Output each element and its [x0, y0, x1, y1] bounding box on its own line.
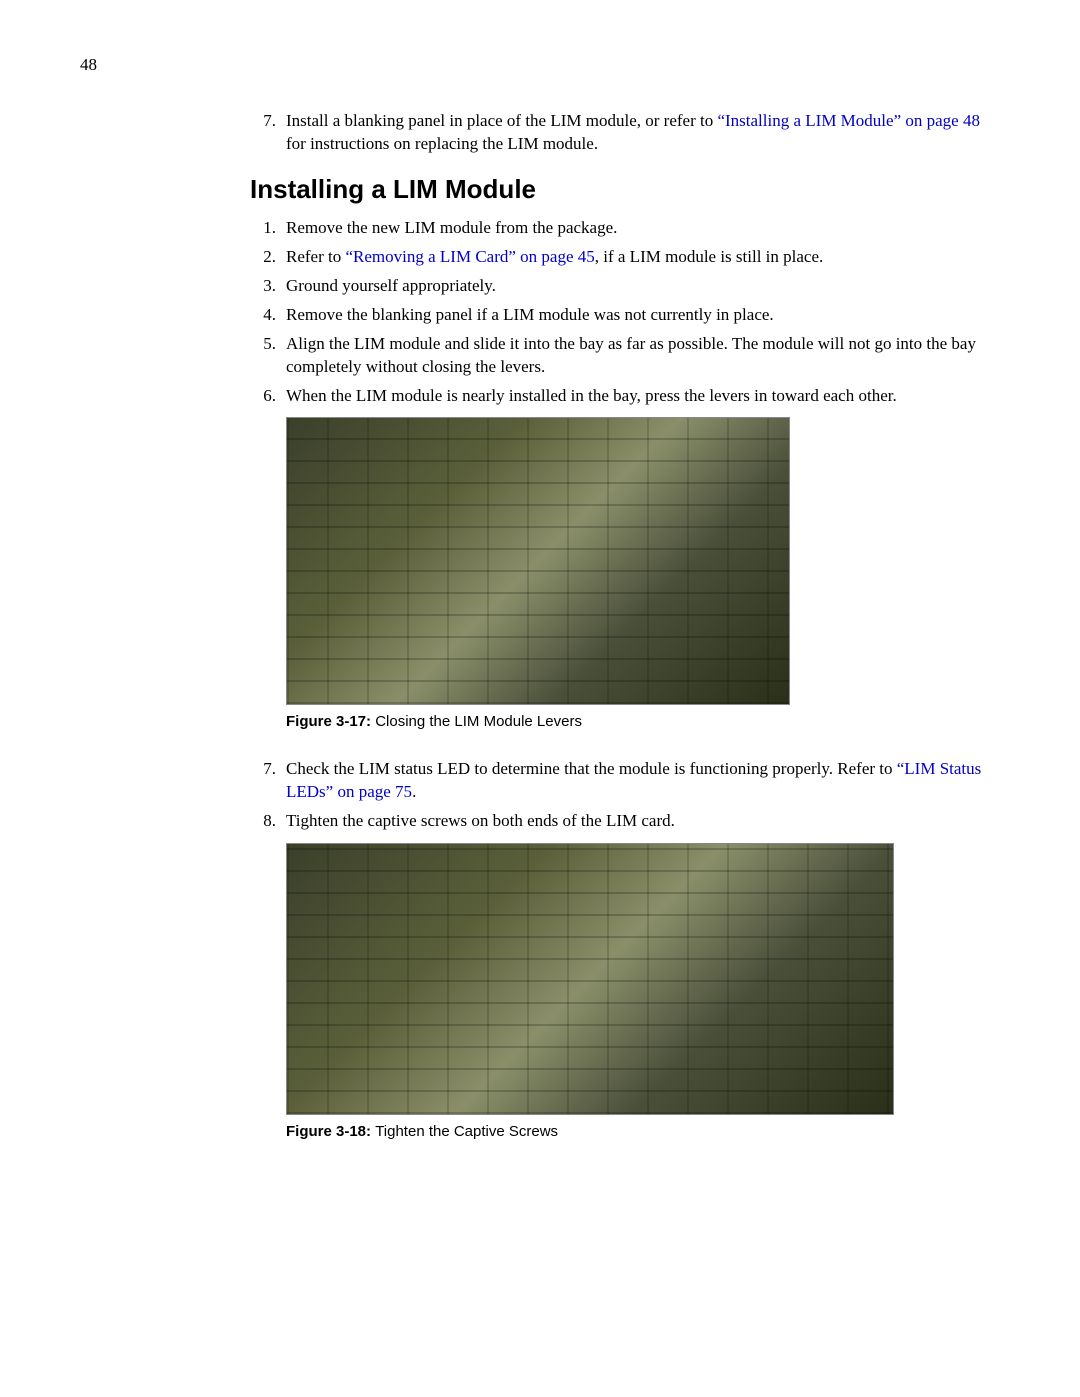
text-run: , if a LIM module is still in place. [595, 247, 824, 266]
image-placeholder [287, 844, 893, 1114]
figure-label: Figure 3-17: [286, 713, 375, 730]
list-item: 4.Remove the blanking panel if a LIM mod… [250, 304, 990, 327]
cross-reference-link[interactable]: “Installing a LIM Module” on page 48 [717, 111, 980, 130]
list-item: 1.Remove the new LIM module from the pac… [250, 217, 990, 240]
section-heading: Installing a LIM Module [250, 174, 990, 205]
step-number: 8. [250, 810, 286, 833]
text-run: for instructions on replacing the LIM mo… [286, 134, 598, 153]
install-steps-list-cont: 7.Check the LIM status LED to determine … [250, 758, 990, 833]
figure-image [286, 417, 790, 705]
list-item: 3.Ground yourself appropriately. [250, 275, 990, 298]
list-item: 2.Refer to “Removing a LIM Card” on page… [250, 246, 990, 269]
figure-caption: Figure 3-18: Tighten the Captive Screws [286, 1123, 990, 1140]
intro-list: 7. Install a blanking panel in place of … [250, 110, 990, 156]
text-run: . [412, 782, 416, 801]
figure-3-17 [286, 417, 990, 705]
document-page: 48 7. Install a blanking panel in place … [0, 0, 1080, 1228]
figure-image [286, 843, 894, 1115]
figure-caption-text: Tighten the Captive Screws [375, 1123, 558, 1140]
step-number: 6. [250, 385, 286, 408]
figure-caption-text: Closing the LIM Module Levers [375, 713, 582, 730]
step-text: When the LIM module is nearly installed … [286, 385, 990, 408]
step-number: 2. [250, 246, 286, 269]
text-run: Refer to [286, 247, 345, 266]
step-text: Refer to “Removing a LIM Card” on page 4… [286, 246, 990, 269]
step-text: Tighten the captive screws on both ends … [286, 810, 990, 833]
text-run: Install a blanking panel in place of the… [286, 111, 717, 130]
figure-label: Figure 3-18: [286, 1123, 375, 1140]
step-text: Ground yourself appropriately. [286, 275, 990, 298]
list-item: 6.When the LIM module is nearly installe… [250, 385, 990, 408]
list-item: 8.Tighten the captive screws on both end… [250, 810, 990, 833]
image-placeholder [287, 418, 789, 704]
step-number: 7. [250, 758, 286, 804]
step-text: Install a blanking panel in place of the… [286, 110, 990, 156]
install-steps-list: 1.Remove the new LIM module from the pac… [250, 217, 990, 408]
list-item: 5.Align the LIM module and slide it into… [250, 333, 990, 379]
cross-reference-link[interactable]: “Removing a LIM Card” on page 45 [345, 247, 594, 266]
figure-caption: Figure 3-17: Closing the LIM Module Leve… [286, 713, 990, 730]
content-area: 7. Install a blanking panel in place of … [250, 110, 990, 1140]
step-text: Remove the blanking panel if a LIM modul… [286, 304, 990, 327]
figure-3-18 [286, 843, 990, 1115]
list-item: 7.Check the LIM status LED to determine … [250, 758, 990, 804]
page-number: 48 [80, 55, 990, 75]
step-number: 1. [250, 217, 286, 240]
list-item: 7. Install a blanking panel in place of … [250, 110, 990, 156]
text-run: Check the LIM status LED to determine th… [286, 759, 897, 778]
step-text: Align the LIM module and slide it into t… [286, 333, 990, 379]
step-number: 7. [250, 110, 286, 156]
step-number: 4. [250, 304, 286, 327]
step-number: 3. [250, 275, 286, 298]
step-text: Remove the new LIM module from the packa… [286, 217, 990, 240]
step-number: 5. [250, 333, 286, 379]
step-text: Check the LIM status LED to determine th… [286, 758, 990, 804]
